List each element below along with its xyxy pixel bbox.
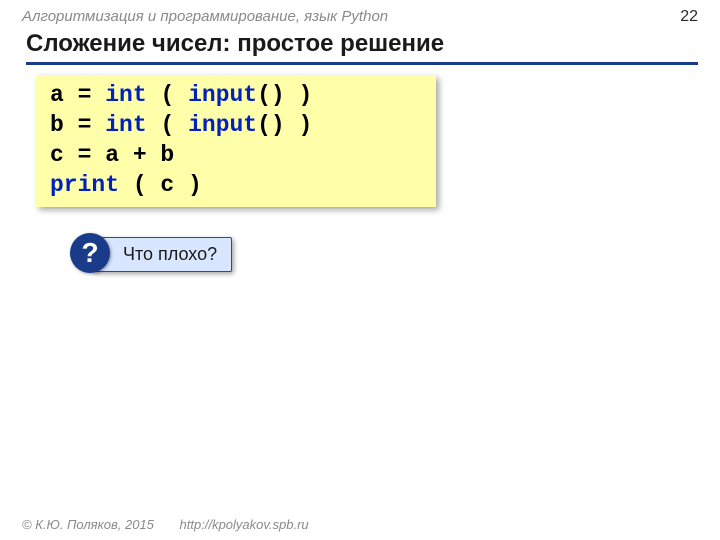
code-keyword-input: input — [188, 82, 257, 108]
code-rest: () ) — [257, 112, 312, 138]
code-var: b — [50, 112, 64, 138]
code-keyword-input: input — [188, 112, 257, 138]
code-line-1: a = int ( input() ) — [50, 81, 422, 111]
course-title: Алгоритмизация и программирование, язык … — [22, 8, 388, 25]
slide-title: Сложение чисел: простое решение — [26, 30, 698, 65]
code-line-4: print ( c ) — [50, 171, 422, 201]
code-keyword-int: int — [105, 112, 146, 138]
code-paren: ( — [160, 82, 188, 108]
question-badge-icon: ? — [70, 233, 110, 273]
code-line-3: c = a + b — [50, 141, 422, 171]
code-line-2: b = int ( input() ) — [50, 111, 422, 141]
code-block: a = int ( input() ) b = int ( input() ) … — [36, 75, 436, 207]
code-rest: () ) — [257, 82, 312, 108]
code-rest: ( c ) — [119, 172, 202, 198]
code-keyword-int: int — [105, 82, 146, 108]
code-op: = — [78, 112, 92, 138]
footer-copyright: © К.Ю. Поляков, 2015 — [22, 517, 154, 532]
question-callout: Что плохо? ? — [70, 235, 720, 279]
question-bubble: Что плохо? — [92, 237, 232, 272]
page-number: 22 — [680, 8, 698, 26]
code-keyword-print: print — [50, 172, 119, 198]
slide-footer: © К.Ю. Поляков, 2015 http://kpolyakov.sp… — [22, 517, 309, 532]
code-paren: ( — [160, 112, 188, 138]
slide-header: Алгоритмизация и программирование, язык … — [0, 0, 720, 28]
footer-url: http://kpolyakov.spb.ru — [180, 517, 309, 532]
code-var: a — [50, 82, 64, 108]
code-op: = — [78, 82, 92, 108]
